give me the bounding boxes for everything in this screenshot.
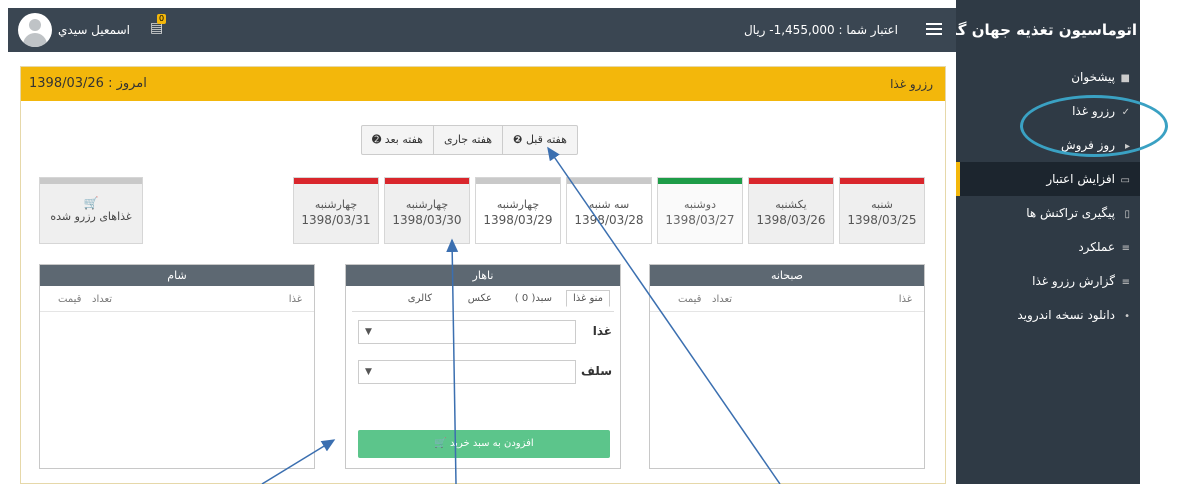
reserved-strip [40,178,142,184]
next-week-button[interactable]: ➋ هفته بعد [362,126,434,154]
tab-basket[interactable]: سبد( 0 ) [515,293,552,304]
hall-label: سلف [581,364,612,378]
day-date: 1398/03/28 [574,213,644,227]
food-row: ▼ غذا [346,312,620,352]
desktop-icon: ■ [1120,73,1130,84]
notification-icon[interactable]: ▤ 0 [150,14,168,40]
food-select[interactable]: ▼ [358,320,576,344]
app-title: اتوماسیون تغذیه جهان گستر [927,21,1137,39]
tab-photo[interactable]: عکس [468,293,492,304]
tab-menu[interactable]: منو غذا [566,290,610,307]
day-tab[interactable]: یکشنبه 1398/03/26 [748,177,834,244]
reserved-label: غذاهای رزرو شده [50,210,132,223]
reserved-foods-tab[interactable]: 🛒 غذاهای رزرو شده [39,177,143,244]
dinner-title: شام [40,265,314,286]
day-name: دوشنبه [684,198,716,211]
lunch-tabs: منو غذا سبد( 0 ) عکس کالری [352,286,614,312]
breakfast-columns: غذا تعداد قیمت [650,286,924,312]
reserve-panel: رزرو غذا امروز : 1398/03/26 ➋ هفته بعد ه… [20,66,946,484]
day-date: 1398/03/27 [665,213,735,227]
current-week-button[interactable]: هفته جاری [434,126,504,154]
col-food: غذا [898,294,912,305]
today-date: امروز : 1398/03/26 [29,76,147,91]
avatar-body [23,33,47,47]
file-icon: ▯ [1124,209,1130,220]
col-price: قیمت [58,294,82,305]
annotation-circle [1020,95,1168,157]
top-bar: اسمعيل سيدي ▤ 0 اعتبار شما : 1,455,000- ر… [8,8,956,52]
breakfast-box: صبحانه غذا تعداد قیمت [649,264,925,469]
panel-header: رزرو غذا امروز : 1398/03/26 [21,67,945,101]
day-status-strip [294,178,378,184]
sidebar-item-increase-credit[interactable]: ▭افزایش اعتبار [956,162,1140,196]
sidebar-item-report[interactable]: ≡گزارش رزرو غذا [956,264,1140,298]
sidebar-item-performance[interactable]: ≡عملکرد [956,230,1140,264]
cart-icon: 🛒 [83,196,99,210]
dinner-box: شام غذا تعداد قیمت [39,264,315,469]
day-name: شنبه [871,198,893,211]
next-arrow-icon: ➋ [372,133,382,146]
day-name: چهارشنبه [314,198,358,211]
day-name: چهارشنبه [405,198,449,211]
day-tab[interactable]: دوشنبه 1398/03/27 [657,177,743,244]
day-tab[interactable]: چهارشنبه 1398/03/29 [475,177,561,244]
page-edge [1140,0,1181,484]
hamburger-icon[interactable] [926,20,942,38]
col-food: غذا [288,294,302,305]
day-name: یکشنبه [775,198,807,211]
hall-row: ▼ سلف [346,352,620,392]
day-date: 1398/03/30 [392,213,462,227]
day-name: سه شنبه [588,198,630,211]
panel-title: رزرو غذا [890,77,933,91]
day-status-strip [476,178,560,184]
dinner-columns: غذا تعداد قیمت [40,286,314,312]
day-tab[interactable]: سه شنبه 1398/03/28 [566,177,652,244]
col-count: تعداد [712,294,733,305]
day-date: 1398/03/29 [483,213,553,227]
android-icon: • [1124,311,1130,322]
day-status-strip [840,178,924,184]
day-date: 1398/03/26 [756,213,826,227]
sidebar-item-android[interactable]: •دانلود نسخه اندروید [956,298,1140,332]
report-icon: ≡ [1121,277,1130,288]
avatar-head [29,19,41,31]
username[interactable]: اسمعيل سيدي [58,8,130,52]
food-label: غذا [592,324,612,338]
notification-badge: 0 [157,14,167,24]
days-row: شنبه 1398/03/25 یکشنبه 1398/03/26 دوشنبه 1398… [293,177,927,244]
credit-balance: اعتبار شما : 1,455,000- ريال [743,23,898,37]
breakfast-title: صبحانه [650,265,924,286]
day-tab[interactable]: شنبه 1398/03/25 [839,177,925,244]
col-price: قیمت [678,294,702,305]
day-tab[interactable]: چهارشنبه 1398/03/30 [384,177,470,244]
sidebar-item-dashboard[interactable]: ■پیشخوان [956,60,1140,94]
sidebar-item-transactions[interactable]: ▯پیگیری تراکنش ها [956,196,1140,230]
day-date: 1398/03/25 [847,213,917,227]
app-root: اتوماسیون تغذیه جهان گستر ■پیشخوان ✓رزرو… [0,0,1181,484]
prev-week-button[interactable]: ❷ هفته قبل [503,126,577,154]
credit-card-icon: ▭ [1120,175,1130,186]
lunch-box: ناهار منو غذا سبد( 0 ) عکس کالری ▼ غذا ▼… [345,264,621,469]
col-count: تعداد [92,294,113,305]
week-navigation: ➋ هفته بعد هفته جاری ❷ هفته قبل [361,125,578,155]
prev-arrow-icon: ❷ [513,133,523,146]
day-tab[interactable]: چهارشنبه 1398/03/31 [293,177,379,244]
tab-calorie[interactable]: کالری [408,293,432,304]
day-status-strip [385,178,469,184]
lunch-title: ناهار [346,265,620,286]
add-to-cart-button[interactable]: 🛒 افزودن به سبد خرید [358,430,610,458]
day-status-strip [749,178,833,184]
list-icon: ≡ [1121,243,1130,254]
avatar[interactable] [18,13,52,47]
day-status-strip [658,178,742,184]
day-status-strip [567,178,651,184]
hall-select[interactable]: ▼ [358,360,576,384]
day-name: چهارشنبه [496,198,540,211]
cart-icon: 🛒 [434,438,447,449]
day-date: 1398/03/31 [301,213,371,227]
